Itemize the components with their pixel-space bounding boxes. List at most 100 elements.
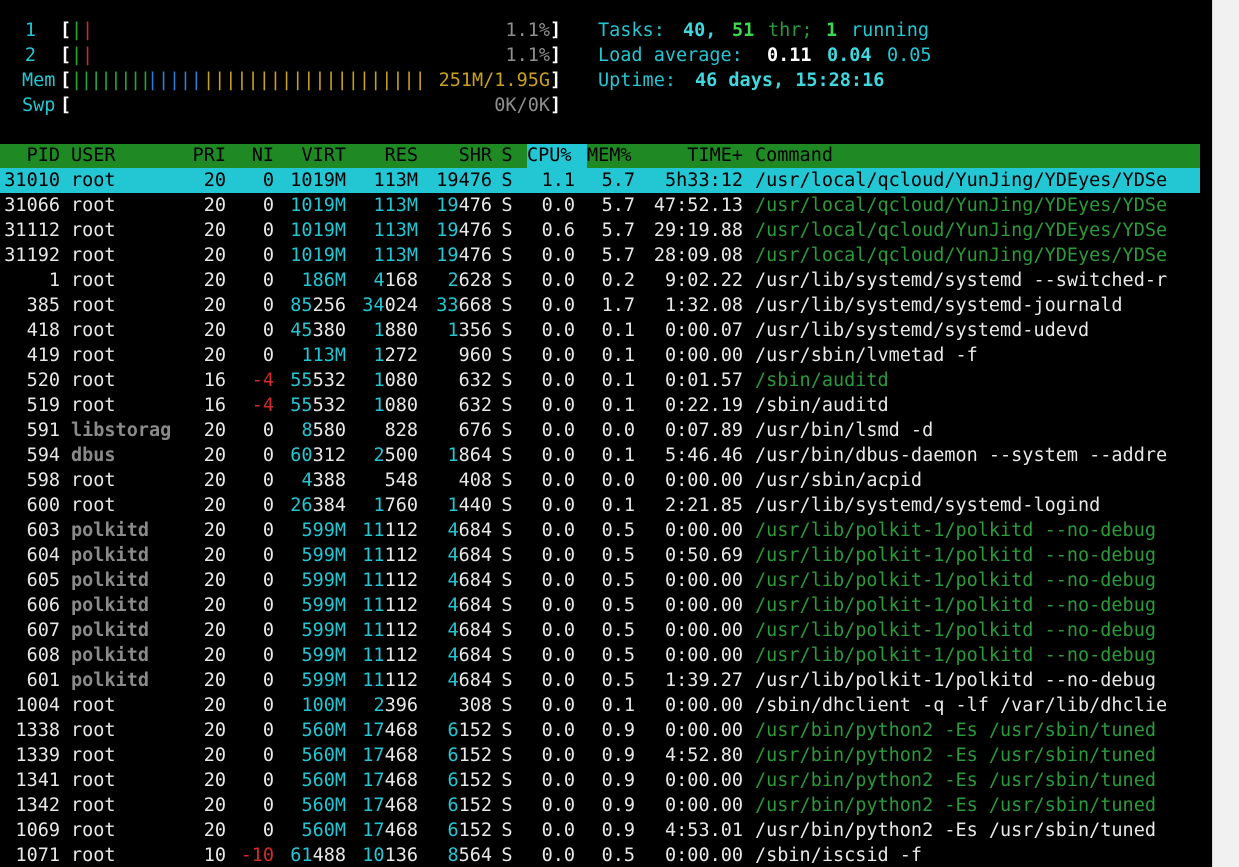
pri-cell: 20 [203,620,226,641]
virt-cell: 560M [301,795,346,816]
pri-cell: 20 [203,720,226,741]
cpu-label: 2 [24,45,36,66]
res-cell: 113M [373,245,418,266]
process-row[interactable]: 594 dbus 20 0 60312 2500 1864 S 0.0 0.1 5:46.46/us… [0,443,1200,468]
command-cell: /usr/lib/systemd/systemd-journald [755,295,1123,316]
user-cell: root [71,320,116,341]
virt-cell: 8580 [301,420,346,441]
process-row[interactable]: 598 root 20 0 4388 548 408 S 0.0 0.0 0:00.00/usr/s… [0,468,1200,493]
process-row[interactable]: 520 root 16 -4 55532 1080 632 S 0.0 0.1 0:01.57/sb… [0,368,1200,393]
process-row[interactable]: 607 polkitd 20 0 599M 11112 4684 S 0.0 0.5 0:00.00… [0,618,1200,643]
process-row[interactable]: 418 root 20 0 45380 1880 1356 S 0.0 0.1 0:00.07/us… [0,318,1200,343]
virt-cell: 599M [301,620,346,641]
col-time[interactable]: TIME+ [650,144,743,168]
state-cell: S [501,195,513,216]
time-cell: 1:39.27 [665,670,743,691]
mem-bar-cache: |||||||||||||||||||| [203,70,426,91]
pid-cell: 31010 [4,170,60,191]
col-pri[interactable]: PRI [180,144,226,168]
virt-cell: 186M [301,270,346,291]
col-res[interactable]: RES [346,144,418,168]
pid-cell: 418 [26,320,60,341]
state-cell: S [501,395,513,416]
tasks-count: 40, [683,20,717,41]
shr-cell: 19476 [436,170,492,191]
process-row[interactable]: 600 root 20 0 26384 1760 1440 S 0.0 0.1 2:21.85/us… [0,493,1200,518]
col-shr[interactable]: SHR [418,144,492,168]
process-row[interactable]: 31192 root 20 0 1019M 113M 19476 S 0.0 5.7 28:09.0… [0,243,1200,268]
user-cell: polkitd [71,645,149,666]
time-cell: 4:52.80 [665,745,743,766]
mem-cell: 0.5 [601,520,635,541]
window-scrollbar[interactable] [1212,0,1239,867]
mem-cell: 0.5 [601,545,635,566]
user-cell: root [71,720,116,741]
time-cell: 0:00.00 [665,595,743,616]
virt-cell: 1019M [290,245,346,266]
ni-cell: 0 [262,245,274,266]
process-row[interactable]: 519 root 16 -4 55532 1080 632 S 0.0 0.1 0:22.19/sb… [0,393,1200,418]
process-row[interactable]: 1342 root 20 0 560M 17468 6152 S 0.0 0.9 0:00.00/u… [0,793,1200,818]
process-row[interactable]: 1341 root 20 0 560M 17468 6152 S 0.0 0.9 0:00.00/u… [0,768,1200,793]
user-cell: root [71,395,116,416]
process-row[interactable]: 608 polkitd 20 0 599M 11112 4684 S 0.0 0.5 0:00.00… [0,643,1200,668]
ni-cell: 0 [262,445,274,466]
col-ni[interactable]: NI [226,144,274,168]
virt-cell: 560M [301,770,346,791]
pid-cell: 31192 [4,245,60,266]
virt-cell: 113M [301,345,346,366]
pid-cell: 606 [26,595,60,616]
col-cpu-sorted[interactable]: CPU% [527,144,587,168]
shr-cell: 6152 [447,820,492,841]
virt-cell: 560M [301,820,346,841]
process-row[interactable]: 1338 root 20 0 560M 17468 6152 S 0.0 0.9 0:00.00/u… [0,718,1200,743]
process-row-selected[interactable]: 31010 root 20 0 1019M 113M 19476 S 1.1 5.7 5h33:12… [0,168,1200,193]
process-row[interactable]: 591 libstorag 20 0 8580 828 676 S 0.0 0.0 0:07.89 /… [0,418,1200,443]
cpu-cell: 0.0 [541,820,575,841]
process-row[interactable]: 31066 root 20 0 1019M 113M 19476 S 0.0 5.7 47:52.1… [0,193,1200,218]
res-cell: 548 [384,470,418,491]
process-row[interactable]: 1069 root 20 0 560M 17468 6152 S 0.0 0.9 4:53.01/u… [0,818,1200,843]
pri-cell: 20 [203,345,226,366]
process-row[interactable]: 31112 root 20 0 1019M 113M 19476 S 0.6 5.7 29:19.8… [0,218,1200,243]
res-cell: 113M [373,220,418,241]
cpu-cell: 0.0 [541,395,575,416]
mem-cell: 0.5 [601,620,635,641]
process-row[interactable]: 1004 root 20 0 100M 2396 308 S 0.0 0.1 0:00.00/sbi… [0,693,1200,718]
process-row[interactable]: 385 root 20 0 85256 34024 33668 S 0.0 1.7 1:32.08 /… [0,293,1200,318]
user-cell: root [71,820,116,841]
process-row[interactable]: 1339 root 20 0 560M 17468 6152 S 0.0 0.9 4:52.80/u… [0,743,1200,768]
res-cell: 11112 [362,670,418,691]
ni-cell: 0 [262,770,274,791]
process-row[interactable]: 419 root 20 0 113M 1272 960 S 0.0 0.1 0:00.00/usr/… [0,343,1200,368]
col-command[interactable]: Command [755,144,955,168]
process-row[interactable]: 601 polkitd 20 0 599M 11112 4684 S 0.0 0.5 1:39.27… [0,668,1200,693]
cpu-bar-kernel: | [82,20,93,41]
mem-cell: 1.7 [601,295,635,316]
virt-cell: 560M [301,720,346,741]
virt-cell: 1019M [290,220,346,241]
col-state[interactable]: S [496,144,518,168]
pri-cell: 20 [203,595,226,616]
pri-cell: 20 [203,170,226,191]
state-cell: S [501,320,513,341]
cpu-cell: 0.0 [541,370,575,391]
process-row[interactable]: 1 root 20 0 186M 4168 2628 S 0.0 0.2 9:02.22/usr/l… [0,268,1200,293]
meter-bracket-close: ] [550,70,562,91]
process-row[interactable]: 606 polkitd 20 0 599M 11112 4684 S 0.0 0.5 0:00.00… [0,593,1200,618]
process-row[interactable]: 605 polkitd 20 0 599M 11112 4684 S 0.0 0.5 0:00.00… [0,568,1200,593]
meter-bracket-close: ] [550,95,562,116]
virt-cell: 599M [301,545,346,566]
user-cell: root [71,495,116,516]
col-pid[interactable]: PID [0,144,60,168]
col-mem[interactable]: MEM% [587,144,647,168]
pid-cell: 607 [26,620,60,641]
mem-cell: 0.9 [601,745,635,766]
mem-cell: 0.1 [601,395,635,416]
col-user[interactable]: USER [71,144,181,168]
process-row[interactable]: 604 polkitd 20 0 599M 11112 4684 S 0.0 0.5 0:50.69… [0,543,1200,568]
process-row[interactable]: 603 polkitd 20 0 599M 11112 4684 S 0.0 0.5 0:00.00… [0,518,1200,543]
process-row[interactable]: 1071 root 10 -10 61488 10136 8564 S 0.0 0.5 0:00.0… [0,843,1200,867]
col-virt[interactable]: VIRT [274,144,346,168]
pid-cell: 1069 [15,820,60,841]
